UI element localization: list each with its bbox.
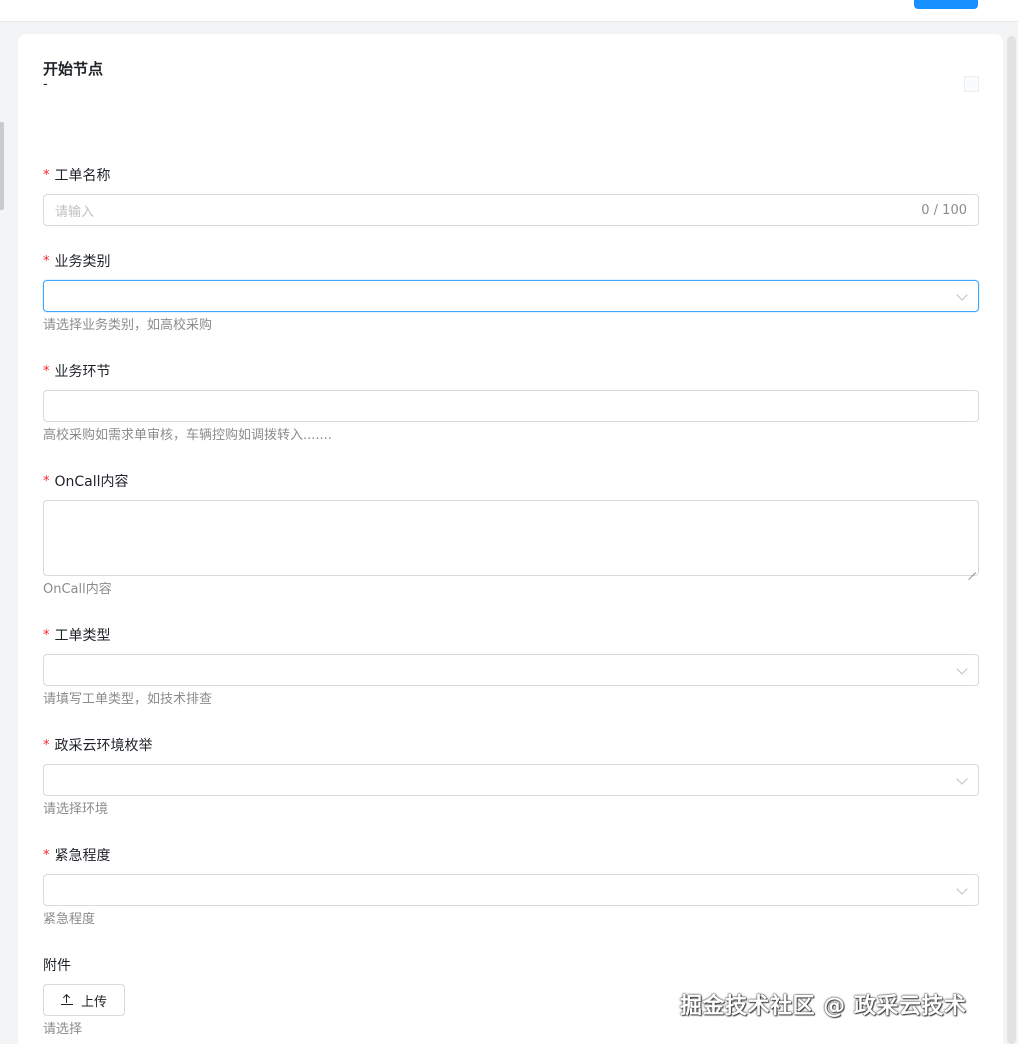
top-action-button[interactable] bbox=[914, 0, 978, 9]
urgency-label-text: 紧急程度 bbox=[54, 848, 111, 864]
required-mark: * bbox=[43, 627, 50, 643]
business-category-help: 请选择业务类别，如高校采购 bbox=[43, 318, 213, 333]
ticket-type-select[interactable] bbox=[43, 654, 979, 686]
business-stage-input[interactable] bbox=[43, 390, 979, 422]
required-mark: * bbox=[43, 167, 50, 183]
required-mark: * bbox=[43, 737, 50, 753]
upload-icon bbox=[60, 993, 73, 1006]
environment-label-text: 政采云环境枚举 bbox=[54, 738, 153, 754]
ticket-type-label: * 工单类型 bbox=[43, 625, 111, 645]
upload-button-label: 上传 bbox=[80, 994, 107, 1010]
chevron-down-icon bbox=[956, 289, 968, 301]
chevron-down-icon bbox=[956, 663, 968, 675]
ticket-type-label-text: 工单类型 bbox=[54, 628, 111, 644]
top-bar bbox=[0, 0, 1018, 22]
watermark: 掘金技术社区 @ 政采云技术 bbox=[680, 994, 967, 1019]
node-subtitle: - bbox=[43, 77, 48, 92]
collapse-icon[interactable] bbox=[964, 76, 979, 92]
environment-help: 请选择环境 bbox=[43, 802, 109, 817]
oncall-content-textarea[interactable] bbox=[43, 500, 979, 576]
required-mark: * bbox=[43, 363, 50, 379]
ticket-type-help: 请填写工单类型，如技术排查 bbox=[43, 692, 213, 707]
ticket-name-label: * 工单名称 bbox=[43, 165, 111, 185]
attachment-label-text: 附件 bbox=[43, 958, 71, 974]
attachment-label: 附件 bbox=[43, 955, 71, 975]
urgency-label: * 紧急程度 bbox=[43, 845, 111, 865]
business-stage-help: 高校采购如需求单审核，车辆控购如调拨转入....... bbox=[43, 428, 332, 443]
chevron-down-icon bbox=[956, 773, 968, 785]
oncall-content-help: OnCall内容 bbox=[43, 582, 112, 597]
resize-grip-icon[interactable] bbox=[968, 565, 976, 573]
business-stage-label-text: 业务环节 bbox=[54, 364, 111, 380]
scrollbar-thumb[interactable] bbox=[1007, 36, 1016, 1044]
left-panel-handle[interactable] bbox=[0, 122, 4, 210]
required-mark: * bbox=[43, 253, 50, 269]
required-mark: * bbox=[43, 473, 50, 489]
business-category-label: * 业务类别 bbox=[43, 251, 111, 271]
environment-label: * 政采云环境枚举 bbox=[43, 735, 153, 755]
business-category-select[interactable] bbox=[43, 280, 979, 312]
ticket-name-label-text: 工单名称 bbox=[54, 168, 111, 184]
environment-select[interactable] bbox=[43, 764, 979, 796]
business-stage-label: * 业务环节 bbox=[43, 361, 111, 381]
attachment-help: 请选择 bbox=[43, 1022, 83, 1037]
upload-button[interactable]: 上传 bbox=[43, 984, 125, 1016]
chevron-down-icon bbox=[956, 883, 968, 895]
ticket-name-placeholder: 请输入 bbox=[55, 204, 95, 220]
required-mark: * bbox=[43, 847, 50, 863]
oncall-content-label-text: OnCall内容 bbox=[54, 474, 129, 490]
urgency-help: 紧急程度 bbox=[43, 912, 96, 927]
business-category-label-text: 业务类别 bbox=[54, 254, 111, 270]
oncall-content-label: * OnCall内容 bbox=[43, 471, 129, 491]
node-title: 开始节点 bbox=[43, 60, 104, 78]
ticket-name-counter: 0 / 100 bbox=[921, 202, 967, 218]
urgency-select[interactable] bbox=[43, 874, 979, 906]
ticket-name-input[interactable]: 请输入 0 / 100 bbox=[43, 194, 979, 226]
